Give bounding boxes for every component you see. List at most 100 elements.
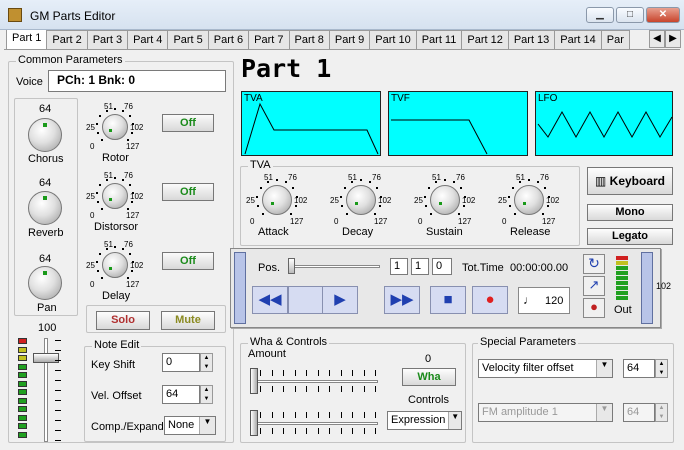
mono-button[interactable]: Mono <box>587 204 673 221</box>
position-slider[interactable] <box>288 265 380 268</box>
fast-forward-button[interactable]: ▶▶ <box>384 286 420 314</box>
minimize-button[interactable]: ▁ <box>586 7 614 23</box>
fader-tick <box>55 360 61 361</box>
tab-part-12[interactable]: Part 12 <box>461 30 509 49</box>
record-button[interactable]: ● <box>472 286 508 314</box>
wha-button[interactable]: Wha <box>402 368 456 386</box>
mute-button[interactable]: Mute <box>161 311 215 330</box>
tab-part-5[interactable]: Part 5 <box>167 30 209 49</box>
special-value2-spinner[interactable]: ▲ ▼ <box>655 403 668 422</box>
sustain-scale-76: 76 <box>456 173 465 182</box>
special-value1-spinner[interactable]: ▲ ▼ <box>655 359 668 378</box>
delay-label: Delay <box>102 290 131 302</box>
out-meter-led <box>616 256 628 260</box>
key-shift-field[interactable]: 0 <box>162 353 200 372</box>
decay-knob[interactable] <box>346 185 376 215</box>
tab-part-2[interactable]: Part 2 <box>46 30 88 49</box>
tab-part-11[interactable]: Part 11 <box>415 30 463 49</box>
distorsor-toggle-button[interactable]: Off <box>162 183 214 201</box>
stop-button[interactable]: ■ <box>430 286 466 314</box>
wha-slider-tick <box>375 386 376 392</box>
position-slider-handle[interactable] <box>288 258 295 274</box>
voice-field[interactable]: PCh: 1 Bnk: 0 <box>48 70 226 92</box>
voice-label: Voice <box>16 76 43 88</box>
special-value1-field[interactable]: 64 <box>623 359 655 378</box>
ramp-button[interactable]: ↗ <box>583 276 605 296</box>
bar-field[interactable]: 1 <box>390 258 408 275</box>
decay-tick <box>343 187 346 190</box>
distorsor-knob[interactable] <box>102 183 128 209</box>
close-button[interactable]: ✕ <box>646 7 680 23</box>
note-edit-label: Note Edit <box>92 339 142 351</box>
tab-part-9[interactable]: Part 9 <box>328 30 371 49</box>
delay-toggle-button[interactable]: Off <box>162 252 214 270</box>
special-param1-select[interactable]: Velocity filter offset ▼ <box>478 359 613 378</box>
wha-slider-tick <box>283 370 284 376</box>
vel-offset-field[interactable]: 64 <box>162 385 200 404</box>
special-param2-select[interactable]: FM amplitude 1 ▼ <box>478 403 613 422</box>
keyboard-button[interactable]: ▥ Keyboard <box>587 167 673 195</box>
tab-part-7[interactable]: Part 7 <box>248 30 290 49</box>
solo-button[interactable]: Solo <box>96 311 150 330</box>
distorsor-tick <box>114 177 116 179</box>
out-meter-led <box>616 266 628 270</box>
tab-part-4[interactable]: Part 4 <box>127 30 169 49</box>
panic-button[interactable]: ● <box>583 298 605 318</box>
rotor-toggle-button[interactable]: Off <box>162 114 214 132</box>
key-shift-spinner[interactable]: ▲ ▼ <box>200 353 213 372</box>
tab-prev-icon[interactable]: ◀ <box>649 30 665 48</box>
tab-part-8[interactable]: Part 8 <box>288 30 330 49</box>
tab-part-6[interactable]: Part 6 <box>207 30 250 49</box>
delay-knob[interactable] <box>102 252 128 278</box>
tva-envelope-curve <box>244 102 379 155</box>
key-shift-label: Key Shift <box>91 359 136 371</box>
fader-tick <box>55 370 61 371</box>
keyboard-button-label: Keyboard <box>609 174 666 188</box>
tick-field[interactable]: 0 <box>432 258 452 275</box>
wha-slider-handle[interactable] <box>250 410 258 436</box>
beat-field[interactable]: 1 <box>411 258 429 275</box>
transport-grip-right[interactable] <box>641 252 653 324</box>
stop-back-button[interactable] <box>288 286 324 314</box>
wha-slider-handle[interactable] <box>250 368 258 394</box>
tempo-display[interactable]: ♩ 120 <box>518 287 570 314</box>
reverb-value: 64 <box>39 177 52 189</box>
legato-button[interactable]: Legato <box>587 228 673 245</box>
maximize-button[interactable]: □ <box>616 7 644 23</box>
attack-tick <box>256 205 259 208</box>
attack-tick <box>290 213 293 216</box>
loop-button[interactable]: ↻ <box>583 254 605 274</box>
tab-part-1[interactable]: Part 1 <box>6 30 48 49</box>
attack-tick <box>266 181 269 184</box>
out-meter-led <box>616 291 628 295</box>
comp-expand-value: None <box>168 419 195 431</box>
sustain-tick <box>424 195 427 198</box>
sustain-knob[interactable] <box>430 185 460 215</box>
release-knob[interactable] <box>514 185 544 215</box>
vel-offset-spinner[interactable]: ▲ ▼ <box>200 385 213 404</box>
attack-knob[interactable] <box>262 185 292 215</box>
transport-grip-left[interactable] <box>234 252 246 324</box>
rotor-knob[interactable] <box>102 114 128 140</box>
release-tick <box>518 181 521 184</box>
controls-select[interactable]: Expression ▼ <box>387 411 462 430</box>
wha-slider-tick <box>294 428 296 434</box>
rotor-label: Rotor <box>102 152 129 164</box>
rotor-tick <box>122 109 125 112</box>
rewind-button[interactable]: ◀◀ <box>252 286 288 314</box>
special-value2-field[interactable]: 64 <box>623 403 655 422</box>
decay-tick <box>350 181 353 184</box>
release-tick <box>511 187 514 190</box>
meter-led <box>18 372 27 378</box>
wha-slider-2[interactable] <box>254 422 378 425</box>
comp-expand-select[interactable]: None ▼ <box>164 416 216 435</box>
wha-slider-1[interactable] <box>254 380 378 383</box>
tab-part-10[interactable]: Part 10 <box>369 30 417 49</box>
tab-part-15[interactable]: Par <box>600 30 630 49</box>
wha-slider-tick <box>363 370 365 376</box>
tab-part-3[interactable]: Part 3 <box>86 30 129 49</box>
tab-part-14[interactable]: Part 14 <box>554 30 602 49</box>
tab-next-icon[interactable]: ▶ <box>665 30 681 48</box>
tab-part-13[interactable]: Part 13 <box>507 30 556 49</box>
play-button[interactable]: ▶ <box>322 286 358 314</box>
